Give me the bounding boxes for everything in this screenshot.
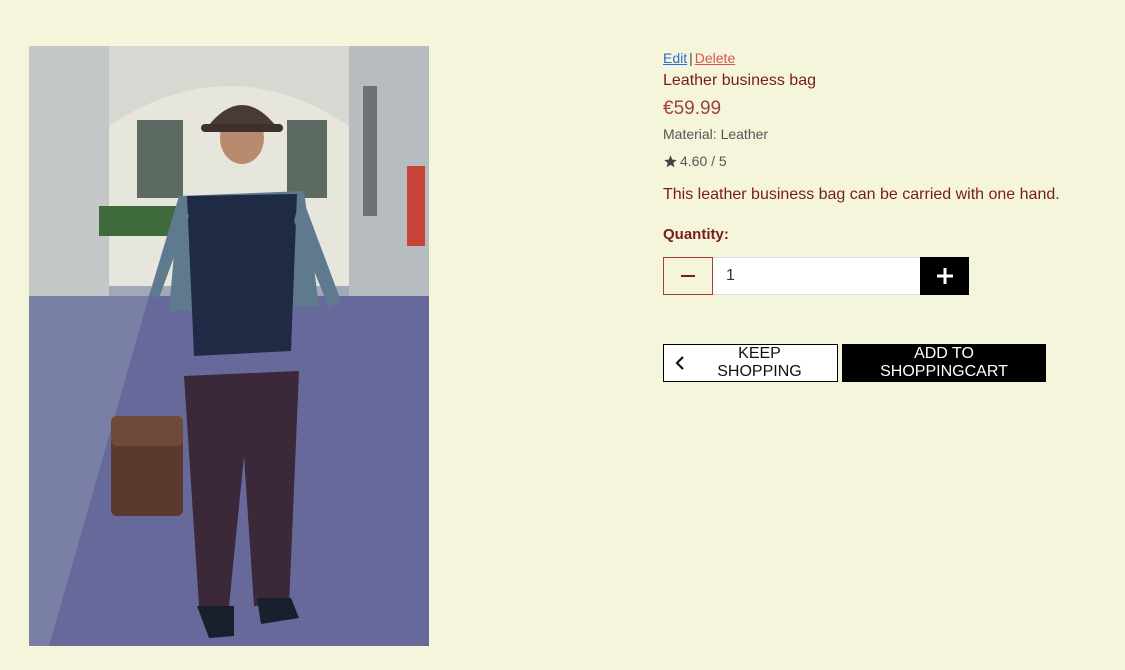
minus-icon <box>681 275 695 277</box>
product-image <box>29 46 429 646</box>
action-buttons: KEEP SHOPPING ADD TO SHOPPINGCART <box>663 344 1103 382</box>
product-description: This leather business bag can be carried… <box>663 186 1060 203</box>
product-material: Material: Leather <box>663 126 769 142</box>
quantity-input[interactable] <box>713 257 920 295</box>
product-name: Leather business bag <box>663 72 816 89</box>
rating-value: 4.60 / 5 <box>680 153 727 169</box>
link-separator: | <box>689 50 693 66</box>
product-details: Edit | Delete Leather business bag €59.99 … <box>663 50 1103 382</box>
chevron-left-icon <box>675 356 684 370</box>
quantity-stepper <box>663 257 1103 295</box>
delete-link[interactable]: Delete <box>695 50 735 66</box>
keep-shopping-button[interactable]: KEEP SHOPPING <box>663 344 838 382</box>
admin-links: Edit | Delete <box>663 50 1103 68</box>
plus-icon <box>936 268 953 284</box>
add-to-cart-button[interactable]: ADD TO SHOPPINGCART <box>842 344 1046 382</box>
product-rating: 4.60 / 5 <box>663 150 1103 172</box>
increment-button[interactable] <box>920 257 969 295</box>
decrement-button[interactable] <box>663 257 713 295</box>
keep-shopping-label: KEEP SHOPPING <box>717 345 802 380</box>
quantity-label: Quantity: <box>663 226 729 243</box>
edit-link[interactable]: Edit <box>663 50 687 66</box>
star-icon <box>664 154 677 167</box>
product-price: €59.99 <box>663 98 722 119</box>
product-detail-page: Edit | Delete Leather business bag €59.99 … <box>0 0 1125 670</box>
